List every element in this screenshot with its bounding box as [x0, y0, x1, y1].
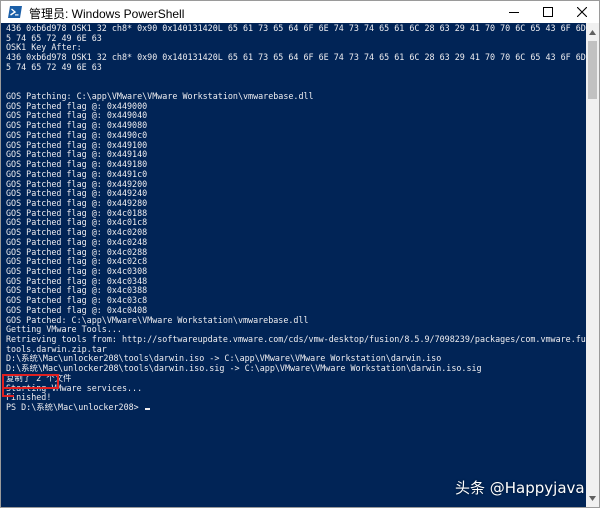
console-line: GOS Patched flag @: 0x449080 — [6, 121, 148, 131]
console-line: GOS Patched flag @: 0x4c0188 — [6, 208, 148, 218]
window-title: 管理员: Windows PowerShell — [29, 7, 185, 21]
console-line: GOS Patching: C:\app\VMware\VMware Works… — [6, 92, 314, 102]
console-line: GOS Patched flag @: 0x449040 — [6, 111, 148, 121]
minimize-button[interactable] — [497, 1, 531, 23]
finished-highlight-box — [2, 374, 59, 389]
console-line: OSK1 Key After: — [6, 43, 82, 53]
scrollbar-thumb[interactable] — [588, 41, 597, 99]
close-icon — [577, 7, 587, 17]
scroll-down-button[interactable] — [586, 491, 599, 505]
console-line: tools.darwin.zip.tar — [6, 344, 107, 354]
console-line: D:\系统\Mac\unlocker208\tools\darwin.iso -… — [6, 354, 442, 364]
vertical-scrollbar[interactable] — [586, 23, 599, 507]
powershell-icon[interactable] — [7, 4, 23, 20]
console-line: GOS Patched flag @: 0x4c0308 — [6, 266, 148, 276]
console-line: 5 74 65 72 49 6E 63 — [6, 62, 102, 72]
minimize-icon — [509, 12, 519, 13]
console-lines: 436 0xb6d978 OSK1 32 ch8* 0x90 0x1401314… — [6, 24, 586, 413]
console-line: GOS Patched flag @: 0x4490c0 — [6, 130, 148, 140]
console-line: GOS Patched flag @: 0x4c0388 — [6, 286, 148, 296]
console-line: Starting VMware services... — [6, 383, 143, 393]
scroll-up-arrow-icon — [589, 29, 596, 35]
console-line: GOS Patched flag @: 0x4c01c8 — [6, 218, 148, 228]
scroll-down-arrow-icon — [589, 495, 596, 501]
console-line: 5 74 65 72 49 6E 63 — [6, 33, 102, 43]
console-line: GOS Patched flag @: 0x449240 — [6, 189, 148, 199]
console-line: GOS Patched flag @: 0x449180 — [6, 160, 148, 170]
console-line: Finished! — [6, 393, 52, 403]
console-line: GOS Patched flag @: 0x449100 — [6, 140, 148, 150]
powershell-window: 管理员: Windows PowerShell 436 0xb6d978 OSK… — [0, 0, 600, 508]
console-line: GOS Patched flag @: 0x4c0208 — [6, 228, 148, 238]
console-line: GOS Patched flag @: 0x4c0248 — [6, 237, 148, 247]
console-line: 436 0xb6d978 OSK1 32 ch8* 0x90 0x1401314… — [6, 24, 586, 33]
watermark-text: 头条 @Happyjava — [455, 479, 585, 497]
close-button[interactable] — [565, 1, 599, 23]
maximize-button[interactable] — [531, 1, 565, 23]
console-line: GOS Patched: C:\app\VMware\VMware Workst… — [6, 315, 309, 325]
console-line: GOS Patched flag @: 0x449140 — [6, 150, 148, 160]
title-bar[interactable]: 管理员: Windows PowerShell — [1, 1, 599, 23]
prompt-highlight-mark — [2, 389, 14, 397]
console-line: Retrieving tools from: http://softwareup… — [6, 335, 586, 344]
scroll-up-button[interactable] — [586, 25, 599, 39]
console-line: GOS Patched flag @: 0x449200 — [6, 179, 148, 189]
console-line: GOS Patched flag @: 0x4c02c8 — [6, 257, 148, 267]
console-line: Getting VMware Tools... — [6, 325, 122, 335]
console-line: 436 0xb6d978 OSK1 32 ch8* 0x90 0x1401314… — [6, 53, 586, 63]
console-line: GOS Patched flag @: 0x4c03c8 — [6, 296, 148, 306]
console-line: GOS Patched flag @: 0x449280 — [6, 198, 148, 208]
console-line: GOS Patched flag @: 0x4491c0 — [6, 169, 148, 179]
maximize-icon — [543, 7, 553, 17]
console-line: GOS Patched flag @: 0x4c0288 — [6, 247, 148, 257]
console-line: 复制了 2 个文件 — [6, 373, 72, 383]
console-line: GOS Patched flag @: 0x4c0348 — [6, 276, 148, 286]
console-output-area[interactable]: 436 0xb6d978 OSK1 32 ch8* 0x90 0x1401314… — [1, 23, 586, 507]
console-line: GOS Patched flag @: 0x4c0408 — [6, 305, 148, 315]
console-line: GOS Patched flag @: 0x449000 — [6, 101, 148, 111]
text-cursor — [144, 408, 150, 411]
console-prompt-line: PS D:\系统\Mac\unlocker208> — [6, 403, 586, 413]
console-line: D:\系统\Mac\unlocker208\tools\darwin.iso.s… — [6, 364, 482, 374]
